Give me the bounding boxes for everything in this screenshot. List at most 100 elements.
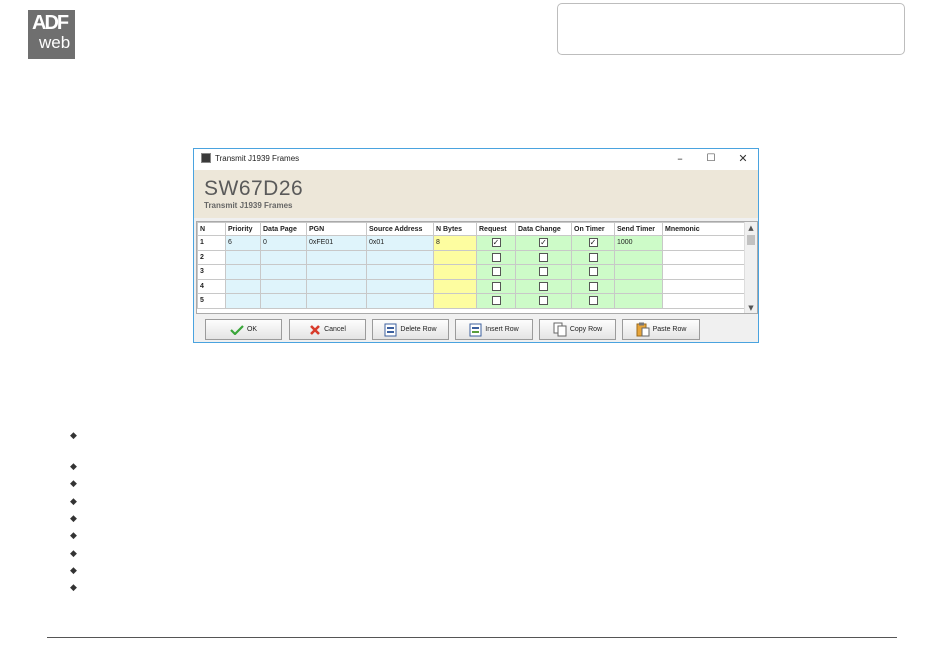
cell-send-timer[interactable] — [614, 264, 663, 280]
cell-data-change[interactable] — [515, 293, 572, 309]
col-header-request[interactable]: Request — [476, 222, 516, 236]
cell-n-bytes[interactable] — [433, 293, 477, 309]
scroll-up-icon[interactable]: ▲ — [745, 224, 757, 232]
cell-pgn[interactable]: 0xFE01 — [306, 235, 367, 251]
cell-data-page[interactable] — [260, 293, 307, 309]
col-header-pgn[interactable]: PGN — [306, 222, 367, 236]
col-header-n-bytes[interactable]: N Bytes — [433, 222, 477, 236]
ok-button[interactable]: OK — [205, 319, 282, 340]
bullet-icon: ◆ — [70, 514, 77, 524]
cell-priority[interactable] — [225, 264, 261, 280]
col-header-data-change[interactable]: Data Change — [515, 222, 572, 236]
scroll-down-icon[interactable]: ▼ — [745, 304, 757, 312]
cell-source-address[interactable] — [366, 264, 434, 280]
col-header-on-timer[interactable]: On Timer — [571, 222, 615, 236]
paste-row-button[interactable]: Paste Row — [622, 319, 700, 340]
cell-on-timer[interactable]: ✓ — [571, 235, 615, 251]
cell-mnemonic[interactable] — [662, 293, 745, 309]
col-header-source-address[interactable]: Source Address — [366, 222, 434, 236]
cell-mnemonic[interactable] — [662, 264, 745, 280]
cell-mnemonic[interactable] — [662, 249, 745, 265]
minimize-button[interactable]: – — [672, 151, 688, 167]
checkbox[interactable]: ✓ — [491, 238, 501, 248]
cancel-button[interactable]: Cancel — [289, 319, 366, 340]
cell-send-timer[interactable] — [614, 249, 663, 265]
cell-n: 3 — [197, 264, 226, 280]
cell-mnemonic[interactable] — [662, 278, 745, 294]
maximize-button[interactable]: ☐ — [703, 151, 719, 167]
cell-data-change[interactable] — [515, 278, 572, 294]
checkbox[interactable] — [588, 296, 598, 306]
scroll-thumb[interactable] — [747, 235, 755, 245]
cell-n-bytes[interactable] — [433, 278, 477, 294]
cell-source-address[interactable] — [366, 278, 434, 294]
cell-priority[interactable]: 6 — [225, 235, 261, 251]
cell-n-bytes[interactable]: 8 — [433, 235, 477, 251]
cell-pgn[interactable] — [306, 264, 367, 280]
close-button[interactable]: ✕ — [735, 151, 751, 167]
table-row: 5 — [197, 293, 745, 309]
cell-send-timer[interactable]: 1000 — [614, 235, 663, 251]
cell-data-page[interactable] — [260, 278, 307, 294]
cell-request[interactable] — [476, 293, 516, 309]
delete-row-button[interactable]: Delete Row — [372, 319, 449, 340]
cell-data-change[interactable] — [515, 264, 572, 280]
col-header-send-timer[interactable]: Send Timer — [614, 222, 663, 236]
delete-row-icon — [384, 323, 397, 336]
checkbox[interactable] — [491, 267, 501, 277]
cell-request[interactable]: ✓ — [476, 235, 516, 251]
cell-priority[interactable] — [225, 293, 261, 309]
cell-request[interactable] — [476, 278, 516, 294]
checkbox[interactable] — [539, 296, 548, 306]
cell-on-timer[interactable] — [571, 278, 615, 294]
checkbox[interactable] — [588, 252, 598, 262]
col-header-mnemonic[interactable]: Mnemonic — [662, 222, 745, 236]
cell-n-bytes[interactable] — [433, 249, 477, 265]
cell-data-page[interactable] — [260, 264, 307, 280]
cell-priority[interactable] — [225, 249, 261, 265]
cell-on-timer[interactable] — [571, 264, 615, 280]
header-box — [557, 3, 905, 55]
checkbox[interactable] — [539, 252, 548, 262]
cell-request[interactable] — [476, 264, 516, 280]
cell-send-timer[interactable] — [614, 293, 663, 309]
col-header-data-page[interactable]: Data Page — [260, 222, 307, 236]
cell-priority[interactable] — [225, 278, 261, 294]
cell-data-page[interactable]: 0 — [260, 235, 307, 251]
delete-row-label: Delete Row — [400, 326, 437, 333]
table-header-row: N Priority Data Page PGN Source Address … — [197, 222, 745, 236]
cell-request[interactable] — [476, 249, 516, 265]
logo-text-adf: ADF — [32, 12, 69, 34]
cell-pgn[interactable] — [306, 293, 367, 309]
cell-mnemonic[interactable] — [662, 235, 745, 251]
checkbox[interactable] — [539, 281, 548, 291]
checkbox[interactable] — [539, 267, 548, 277]
cell-source-address[interactable] — [366, 249, 434, 265]
checkbox[interactable]: ✓ — [539, 238, 548, 248]
cell-pgn[interactable] — [306, 278, 367, 294]
cell-on-timer[interactable] — [571, 249, 615, 265]
vertical-scrollbar[interactable]: ▲ ▼ — [744, 222, 757, 313]
checkbox[interactable] — [588, 281, 598, 291]
cell-pgn[interactable] — [306, 249, 367, 265]
cell-on-timer[interactable] — [571, 293, 615, 309]
cell-n-bytes[interactable] — [433, 264, 477, 280]
cell-data-change[interactable]: ✓ — [515, 235, 572, 251]
cell-send-timer[interactable] — [614, 278, 663, 294]
cell-source-address[interactable]: 0x01 — [366, 235, 434, 251]
copy-row-button[interactable]: Copy Row — [539, 319, 616, 340]
cell-source-address[interactable] — [366, 293, 434, 309]
checkbox[interactable] — [491, 281, 501, 291]
checkbox[interactable]: ✓ — [588, 238, 598, 248]
bullet-icon: ◆ — [70, 431, 77, 441]
insert-row-button[interactable]: Insert Row — [455, 319, 533, 340]
col-header-priority[interactable]: Priority — [225, 222, 261, 236]
cell-data-change[interactable] — [515, 249, 572, 265]
checkbox[interactable] — [588, 267, 598, 277]
frames-table: N Priority Data Page PGN Source Address … — [196, 221, 758, 314]
checkbox[interactable] — [491, 296, 501, 306]
cell-data-page[interactable] — [260, 249, 307, 265]
checkbox[interactable] — [491, 252, 501, 262]
bullet-icon: ◆ — [70, 497, 77, 507]
col-header-n[interactable]: N — [197, 222, 226, 236]
